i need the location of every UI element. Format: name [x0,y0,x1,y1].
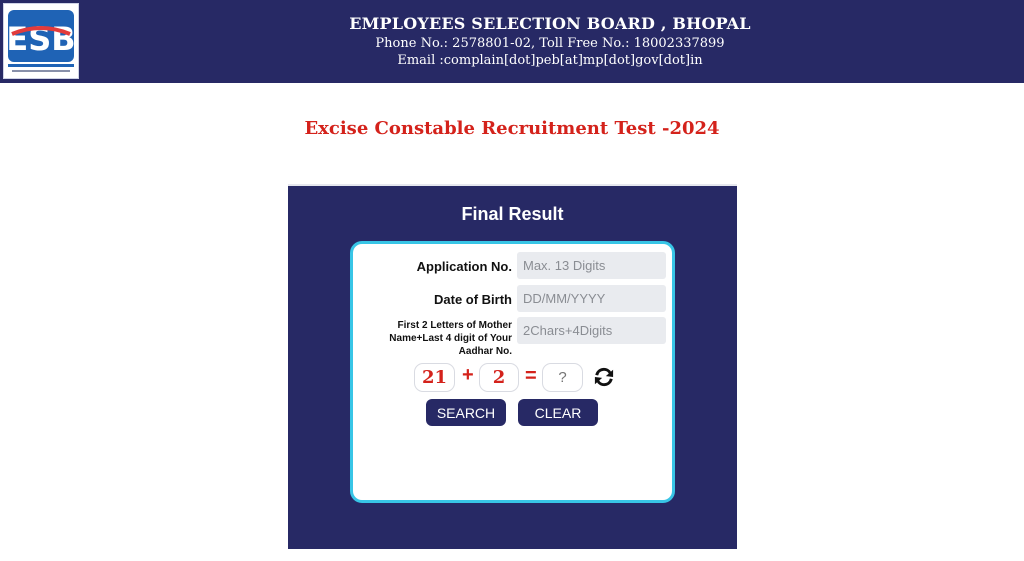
search-button[interactable]: SEARCH [426,399,506,426]
dob-input[interactable] [517,285,666,312]
captcha-row: 21 + 2 = [353,363,672,395]
exam-title: Excise Constable Recruitment Test -2024 [304,118,720,139]
panel-title: Final Result [461,204,564,224]
application-no-label: Application No. [416,259,512,274]
contact-phone: Phone No.: 2578801-02, Toll Free No.: 18… [375,36,725,51]
mother-aadhar-label: First 2 Letters of Mother Name+Last 4 di… [389,320,512,357]
site-header: ESB EMPLOYEES SELECTION BOARD , BHOPAL P… [0,0,1024,83]
esb-logo-graphic: ESB [4,4,78,78]
contact-email: Email :complain[dot]peb[at]mp[dot]gov[do… [397,53,703,68]
captcha-number-1-value: 21 [421,367,448,388]
result-panel: Final Result Application No. Date of Bir… [288,184,737,549]
application-no-input[interactable] [517,252,666,279]
captcha-plus: + [462,364,474,386]
clear-button[interactable]: CLEAR [518,399,598,426]
esb-logo: ESB [3,3,79,79]
captcha-equals: = [525,365,537,387]
captcha-number-2: 2 [479,363,519,392]
captcha-number-1: 21 [414,363,455,392]
result-form: Application No. Date of Birth First 2 Le… [350,241,675,503]
captcha-answer-input[interactable] [542,363,583,392]
org-name: EMPLOYEES SELECTION BOARD , BHOPAL [349,14,751,33]
dob-label: Date of Birth [434,292,512,307]
refresh-icon[interactable] [593,367,615,387]
mother-aadhar-input[interactable] [517,317,666,344]
captcha-number-2-value: 2 [492,367,506,388]
svg-text:ESB: ESB [6,20,75,58]
header-text: EMPLOYEES SELECTION BOARD , BHOPAL Phone… [300,14,800,69]
